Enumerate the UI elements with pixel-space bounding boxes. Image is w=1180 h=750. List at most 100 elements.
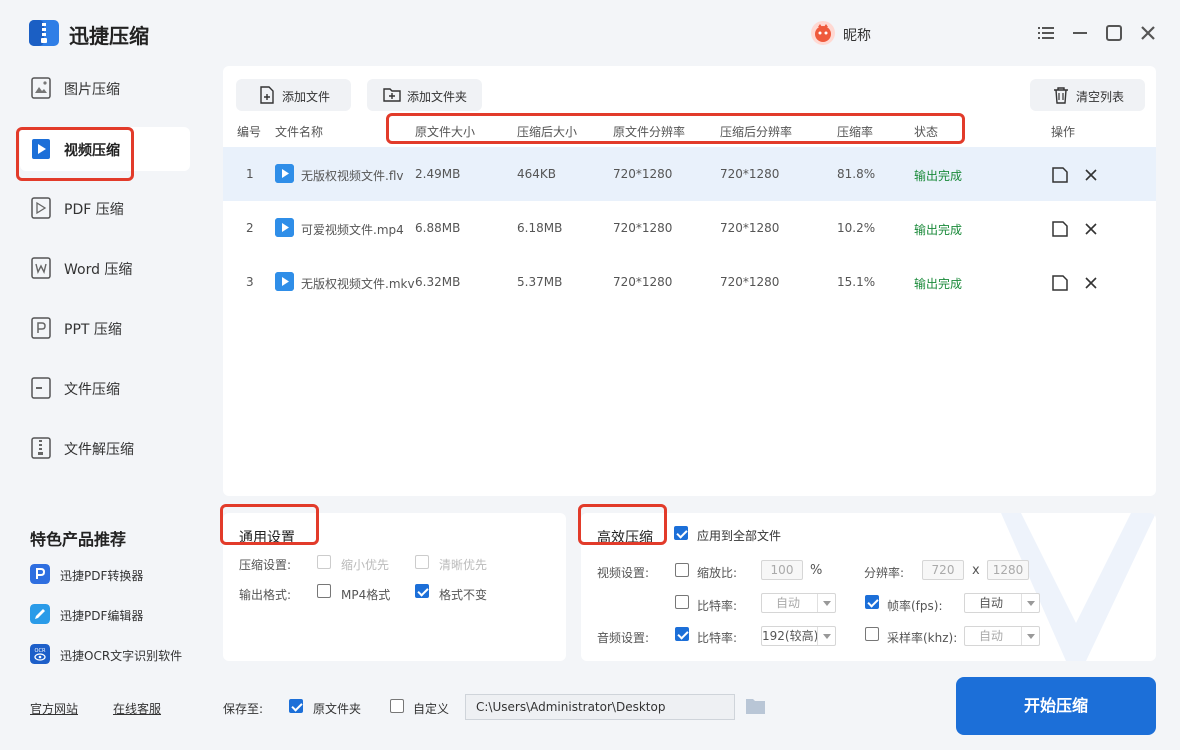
sample-rate-label: 采样率(khz): bbox=[887, 631, 958, 645]
online-support-link[interactable]: 在线客服 bbox=[113, 700, 161, 717]
sample-rate-checkbox[interactable] bbox=[865, 627, 879, 641]
sidebar-item-ppt[interactable]: PPT 压缩 bbox=[20, 306, 190, 350]
general-settings-title: 通用设置 bbox=[239, 530, 295, 546]
audio-bitrate-label: 比特率: bbox=[697, 631, 738, 645]
featured-label: 迅捷PDF编辑器 bbox=[60, 609, 144, 623]
apply-all-checkbox[interactable] bbox=[674, 526, 688, 540]
orig-folder-label: 原文件夹 bbox=[313, 702, 362, 716]
header-status: 状态 bbox=[914, 125, 939, 139]
official-website-link[interactable]: 官方网站 bbox=[30, 700, 78, 717]
open-file-icon[interactable] bbox=[1051, 220, 1069, 238]
fps-select[interactable]: 自动 bbox=[964, 593, 1040, 613]
add-file-button[interactable]: 添加文件 bbox=[236, 79, 351, 111]
avatar[interactable] bbox=[811, 21, 835, 45]
row-orig-size: 6.32MB bbox=[415, 275, 461, 289]
save-path-input[interactable]: C:\Users\Administrator\Desktop bbox=[465, 694, 735, 720]
row-orig-size: 6.88MB bbox=[415, 221, 461, 235]
mp4-format-checkbox[interactable] bbox=[317, 584, 331, 598]
header-orig-res: 原文件分辨率 bbox=[613, 125, 686, 139]
video-bitrate-label: 比特率: bbox=[697, 599, 738, 613]
sidebar-item-image[interactable]: 图片压缩 bbox=[20, 66, 190, 110]
audio-bitrate-checkbox[interactable] bbox=[675, 627, 689, 641]
add-folder-icon bbox=[383, 88, 401, 102]
row-ratio: 81.8% bbox=[837, 167, 876, 181]
video-play-icon bbox=[275, 218, 294, 237]
video-play-icon bbox=[275, 272, 294, 291]
clarity-priority-label: 清晰优先 bbox=[439, 558, 488, 572]
open-file-icon[interactable] bbox=[1051, 274, 1069, 292]
row-comp-res: 720*1280 bbox=[720, 275, 780, 289]
video-bitrate-checkbox[interactable] bbox=[675, 595, 689, 609]
chevron-down-icon bbox=[1021, 594, 1039, 612]
generic-file-icon bbox=[31, 377, 51, 399]
table-row[interactable]: 2 可爱视频文件.mp4 6.88MB 6.18MB 720*1280 720*… bbox=[223, 201, 1156, 255]
row-status: 输出完成 bbox=[914, 169, 963, 183]
image-file-icon bbox=[31, 77, 51, 99]
row-orig-res: 720*1280 bbox=[613, 275, 673, 289]
video-bitrate-select[interactable]: 自动 bbox=[761, 593, 836, 613]
custom-path-checkbox[interactable] bbox=[390, 699, 404, 713]
row-num: 1 bbox=[246, 167, 254, 181]
nickname[interactable]: 昵称 bbox=[843, 25, 871, 45]
remove-row-icon[interactable] bbox=[1082, 220, 1100, 238]
open-file-icon[interactable] bbox=[1051, 166, 1069, 184]
compress-setting-label: 压缩设置: bbox=[239, 558, 292, 572]
ppt-file-icon bbox=[31, 317, 51, 339]
sidebar-item-unzip[interactable]: 文件解压缩 bbox=[20, 426, 190, 470]
row-ratio: 10.2% bbox=[837, 221, 876, 235]
featured-title: 特色产品推荐 bbox=[30, 530, 127, 549]
file-list-panel: 添加文件 添加文件夹 清空列表 编号 文件名称 原文件大小 压缩后大小 原文件分… bbox=[223, 66, 1156, 496]
scale-checkbox[interactable] bbox=[675, 563, 689, 577]
row-file-name: 无版权视频文件.mkv bbox=[301, 277, 415, 291]
start-compress-button[interactable]: 开始压缩 bbox=[956, 677, 1156, 735]
sidebar-item-file[interactable]: 文件压缩 bbox=[20, 366, 190, 410]
resolution-height-input[interactable]: 1280 bbox=[987, 560, 1029, 580]
clear-list-button[interactable]: 清空列表 bbox=[1030, 79, 1145, 111]
header-comp-size: 压缩后大小 bbox=[517, 125, 578, 139]
sidebar-item-label: PPT 压缩 bbox=[64, 322, 122, 338]
folder-icon[interactable] bbox=[745, 697, 766, 716]
title-bar: 迅捷压缩 昵称 bbox=[0, 0, 1180, 66]
resolution-width-input[interactable]: 720 bbox=[922, 560, 964, 580]
sidebar-item-pdf[interactable]: PDF 压缩 bbox=[20, 186, 190, 230]
video-play-icon bbox=[275, 164, 294, 183]
remove-row-icon[interactable] bbox=[1082, 274, 1100, 292]
general-settings-panel: 通用设置 压缩设置: 缩小优先 清晰优先 输出格式: MP4格式 格式不变 bbox=[223, 513, 566, 661]
sidebar-item-word[interactable]: Word 压缩 bbox=[20, 246, 190, 290]
sidebar-item-video[interactable]: 视频压缩 bbox=[20, 127, 190, 171]
scale-input[interactable]: 100 bbox=[761, 560, 803, 580]
sample-rate-select[interactable]: 自动 bbox=[964, 626, 1040, 646]
sidebar-item-label: Word 压缩 bbox=[64, 262, 133, 278]
row-ratio: 15.1% bbox=[837, 275, 876, 289]
featured-label: 迅捷OCR文字识别软件 bbox=[60, 649, 183, 663]
size-priority-checkbox[interactable] bbox=[317, 555, 331, 569]
row-file-name: 无版权视频文件.flv bbox=[301, 169, 404, 183]
chevron-down-icon bbox=[1021, 627, 1039, 645]
menu-list-icon[interactable] bbox=[1035, 22, 1057, 44]
row-orig-res: 720*1280 bbox=[613, 167, 673, 181]
audio-settings-label: 音频设置: bbox=[597, 631, 650, 645]
custom-path-label: 自定义 bbox=[413, 702, 450, 716]
keep-format-checkbox[interactable] bbox=[415, 584, 429, 598]
table-row[interactable]: 3 无版权视频文件.mkv 6.32MB 5.37MB 720*1280 720… bbox=[223, 255, 1156, 309]
remove-row-icon[interactable] bbox=[1082, 166, 1100, 184]
svg-text:OCR: OCR bbox=[35, 648, 46, 654]
pdf-editor-icon bbox=[30, 604, 50, 624]
scale-label: 缩放比: bbox=[697, 566, 738, 580]
add-folder-button[interactable]: 添加文件夹 bbox=[367, 79, 482, 111]
fps-checkbox[interactable] bbox=[865, 595, 879, 609]
orig-folder-checkbox[interactable] bbox=[289, 699, 303, 713]
header-num: 编号 bbox=[237, 125, 262, 139]
audio-bitrate-select[interactable]: 192(较高) bbox=[761, 626, 836, 646]
maximize-icon[interactable] bbox=[1103, 22, 1125, 44]
unzip-file-icon bbox=[31, 437, 51, 459]
sidebar-item-label: 文件解压缩 bbox=[64, 442, 134, 458]
close-icon[interactable] bbox=[1137, 22, 1159, 44]
resolution-label: 分辨率: bbox=[864, 566, 905, 580]
row-num: 2 bbox=[246, 221, 254, 235]
table-row[interactable]: 1 无版权视频文件.flv 2.49MB 464KB 720*1280 720*… bbox=[223, 147, 1156, 201]
row-comp-size: 464KB bbox=[517, 167, 557, 181]
sidebar-item-label: 视频压缩 bbox=[64, 143, 120, 159]
minimize-icon[interactable] bbox=[1069, 22, 1091, 44]
clarity-priority-checkbox[interactable] bbox=[415, 555, 429, 569]
